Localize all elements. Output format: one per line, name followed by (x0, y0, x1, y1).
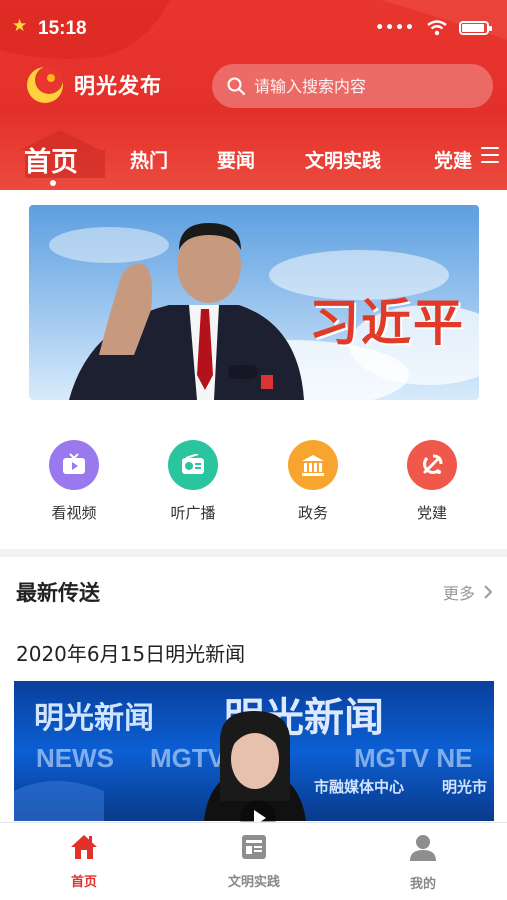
more-label: 更多 (442, 584, 475, 603)
search-input[interactable] (254, 76, 474, 96)
menu-icon[interactable] (481, 147, 499, 163)
active-tab-indicator (50, 180, 56, 186)
nav-label: 我的 (409, 877, 436, 892)
app-title: 明光发布 (74, 74, 162, 98)
chevron-right-icon (484, 585, 493, 599)
nav-label: 文明实践 (227, 875, 280, 890)
signal-dots-icon: •••• (375, 20, 415, 36)
quick-link-label: 政务 (297, 504, 328, 522)
user-icon (410, 835, 436, 861)
section-title: 最新传送 (16, 581, 100, 605)
search-bar[interactable] (212, 64, 493, 108)
more-link[interactable]: 更多 (443, 580, 493, 604)
tab-hot[interactable]: 热门 (130, 146, 168, 173)
news-icon (242, 835, 266, 859)
channel-tabs: 首页 热门 要闻 文明实践 党建 (0, 136, 507, 186)
government-building-icon (288, 440, 338, 490)
quick-link-label: 看视频 (51, 504, 97, 522)
nav-civilization-practice[interactable]: 文明实践 (199, 833, 309, 890)
wifi-icon (427, 20, 447, 36)
party-emblem-icon (407, 440, 457, 490)
quick-link-government[interactable]: 政务 (268, 440, 358, 523)
news-item-title[interactable]: 2020年6月15日明光新闻 (16, 638, 245, 667)
tab-headlines[interactable]: 要闻 (217, 146, 255, 173)
banner-pagination (228, 365, 258, 379)
quick-link-radio[interactable]: 听广播 (148, 440, 238, 523)
quick-link-label: 党建 (416, 504, 447, 522)
nav-label: 首页 (70, 875, 97, 890)
tab-civilization-practice[interactable]: 文明实践 (305, 146, 381, 173)
crescent-logo-icon (27, 66, 63, 103)
section-divider (0, 549, 507, 557)
search-icon (227, 77, 246, 96)
tab-party-building[interactable]: 党建 (434, 146, 472, 173)
quick-link-video[interactable]: 看视频 (29, 440, 119, 523)
home-icon (71, 835, 97, 859)
tv-icon (49, 440, 99, 490)
status-icons: •••• (375, 20, 492, 36)
nav-profile[interactable]: 我的 (368, 833, 478, 892)
banner-title: 习近平 (309, 293, 465, 352)
header: ★ 15:18 •••• 明光发布 首页 热门 要闻 文明实践 (0, 0, 507, 190)
nav-home[interactable]: 首页 (29, 833, 139, 890)
star-icon: ★ (12, 16, 28, 36)
status-time: 15:18 (38, 18, 87, 39)
quick-links: 看视频 听广播 政务 党建 (0, 440, 507, 530)
quick-link-label: 听广播 (170, 504, 216, 522)
status-bar: ★ 15:18 •••• (0, 0, 507, 56)
app-logo: 明光发布 (24, 64, 162, 106)
radio-icon (168, 440, 218, 490)
bottom-nav: 首页 文明实践 我的 (0, 822, 507, 900)
quick-link-party[interactable]: 党建 (387, 440, 477, 523)
tab-home[interactable]: 首页 (24, 140, 78, 179)
battery-icon (459, 21, 492, 35)
